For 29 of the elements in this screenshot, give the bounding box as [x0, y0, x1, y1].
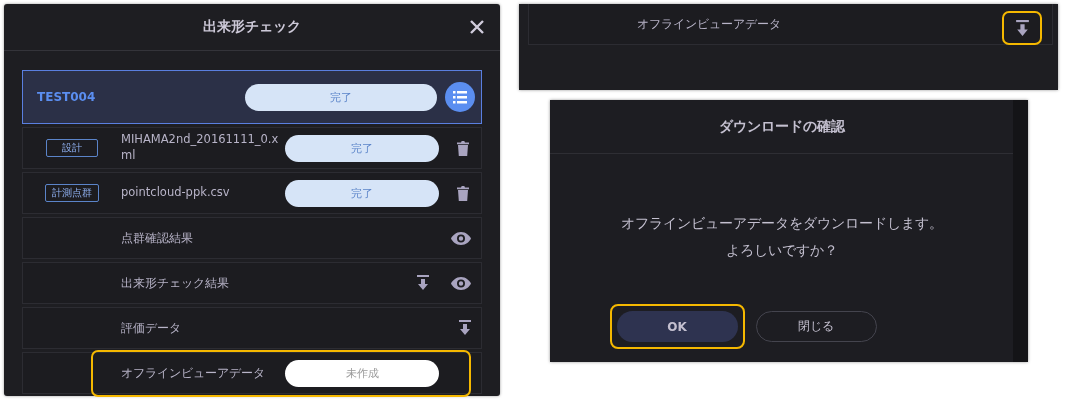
status-pill: 完了	[245, 83, 437, 111]
file-tag: 計測点群	[45, 184, 99, 202]
trash-icon[interactable]	[457, 140, 469, 156]
message-text: よろしいですか？	[725, 241, 838, 260]
dialog-title: 出来形チェック	[203, 18, 301, 36]
eye-icon[interactable]	[451, 276, 471, 290]
status-pill: 完了	[285, 134, 439, 162]
result-label: 点群確認結果	[121, 229, 194, 247]
download-icon[interactable]	[1015, 19, 1029, 37]
file-tag: 設計	[46, 139, 98, 157]
file-name: MIHAMA2nd_20161111_0.xml	[121, 132, 280, 164]
project-row[interactable]: TEST004 完了	[22, 70, 482, 124]
project-name: TEST004	[37, 90, 97, 104]
status-pill: 未作成	[285, 359, 439, 387]
trash-icon[interactable]	[457, 185, 469, 201]
list-icon[interactable]	[445, 82, 475, 112]
dialog-title: ダウンロードの確認	[718, 117, 845, 136]
download-icon[interactable]	[417, 275, 429, 291]
result-label: 出来形チェック結果	[121, 274, 230, 292]
download-icon[interactable]	[459, 320, 471, 336]
result-label: オフラインビューアデータ	[121, 364, 266, 382]
eye-icon[interactable]	[451, 231, 471, 245]
close-icon[interactable]	[470, 20, 484, 34]
ok-button[interactable]: OK	[616, 311, 738, 342]
file-name: pointcloud-ppk.csv	[121, 185, 231, 201]
message-text: オフラインビューアデータをダウンロードします。	[620, 214, 943, 233]
result-label: 評価データ	[121, 319, 182, 337]
status-pill: 完了	[285, 179, 439, 207]
result-label: オフラインビューアデータ	[637, 15, 782, 33]
